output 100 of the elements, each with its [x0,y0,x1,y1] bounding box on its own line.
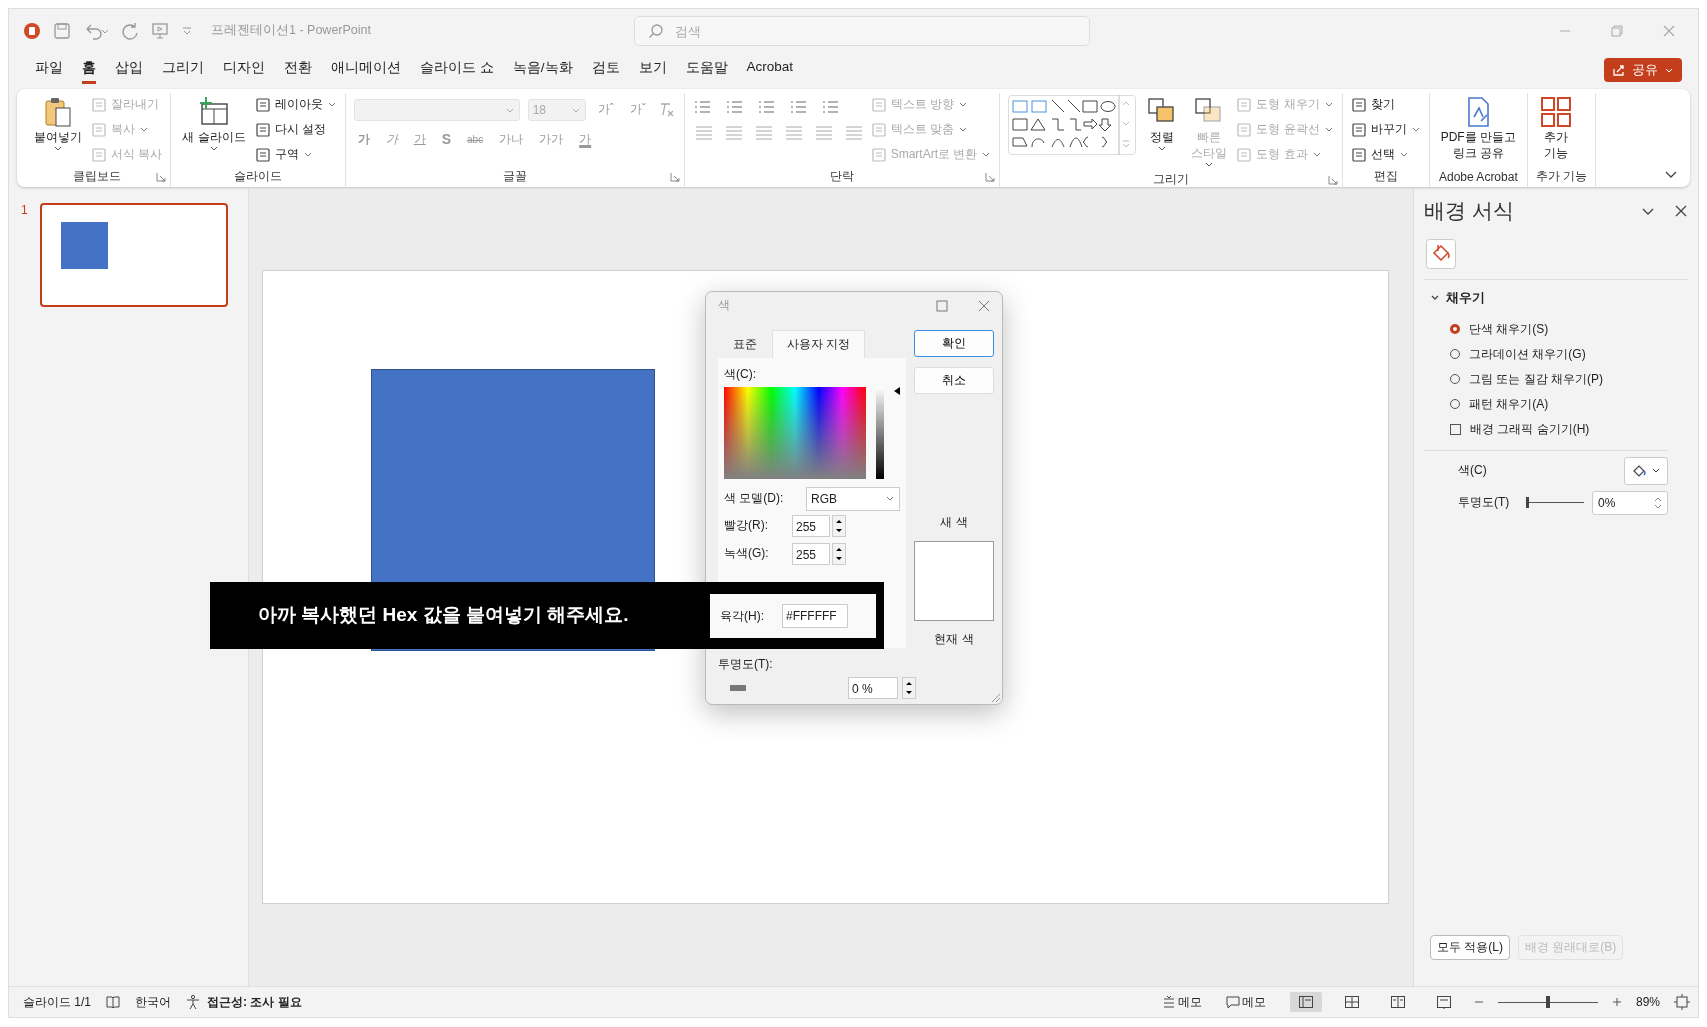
ribbon-button[interactable]: 선택 [1350,144,1421,165]
menu-tab[interactable]: 홈 [82,55,96,85]
spinner-icon[interactable] [902,676,916,699]
menu-tab[interactable]: 녹음/녹화 [512,55,573,85]
ribbon-button[interactable]: 레이아웃 [254,94,337,115]
tool-icon [1350,146,1367,163]
pointer-icon[interactable] [894,386,900,395]
notes-button[interactable]: 메모 [1161,993,1202,1011]
dialog-button[interactable]: 취소 [914,366,994,394]
launcher-icon[interactable] [156,171,167,182]
maximize-icon[interactable] [936,299,948,312]
tool-icon [1350,96,1367,113]
pane-button[interactable]: 모두 적용(L) [1430,935,1510,961]
accessibility-icon[interactable] [185,994,201,1011]
paint-bucket-icon[interactable] [1426,238,1456,269]
slider-thumb[interactable] [730,684,746,691]
ribbon-button[interactable]: 정렬 [1142,92,1183,156]
book-icon[interactable] [105,995,121,1010]
tool-icon [870,96,887,113]
view-button[interactable] [1289,992,1322,1013]
comments-button[interactable]: 메모 [1225,993,1266,1011]
dialog-tab[interactable]: 표준 [718,329,772,358]
save-icon[interactable] [53,21,71,40]
slide-thumbnail[interactable] [39,202,228,307]
ribbon-button[interactable]: 다시 설정 [254,119,337,140]
tool-icon [1350,121,1367,138]
menu-tab[interactable]: 전환 [284,55,312,85]
channel-field[interactable]: 255 [792,542,830,565]
menu-tab[interactable]: 도움말 [685,55,728,85]
search-icon [648,23,664,39]
color-picker-button[interactable] [1624,456,1668,485]
redo-icon[interactable] [121,21,139,40]
menu-tab[interactable]: 애니메이션 [331,55,401,85]
option-label: 패턴 채우기(A) [1469,395,1549,413]
channel-label: 녹색(G): [724,545,770,563]
tool-icon [870,121,887,138]
menu-tab[interactable]: 파일 [35,55,63,85]
tool-icon [91,146,107,163]
group-label: 슬라이드 [234,168,282,186]
presentation-icon[interactable] [151,21,169,40]
menu-tab[interactable]: 슬라이드 쇼 [420,55,494,85]
ribbon-button[interactable]: 바꾸기 [1350,119,1421,140]
shapes-gallery-drawing[interactable] [1008,94,1137,155]
caret-icon [1398,150,1409,159]
dialog-tab[interactable]: 사용자 지정 [772,329,866,358]
dialog-button[interactable]: 확인 [914,329,994,357]
transparency-field[interactable]: 0 % [848,676,898,699]
caret-icon [326,100,337,109]
tool-icon [1236,96,1253,113]
spinner-icon [1654,495,1662,510]
color-model-select[interactable]: RGB [806,486,900,511]
language-label[interactable]: 한국어 [135,993,171,1011]
share-button[interactable]: 공유 [1604,57,1682,82]
transparency-field[interactable]: 0% [1592,490,1668,515]
ribbon-button[interactable]: 추가 기능 [1536,92,1577,164]
spinner-icon[interactable] [832,514,846,537]
radio-button[interactable] [1450,324,1460,335]
checkbox[interactable] [1450,423,1461,435]
ribbon-button[interactable]: 붙여넣기 [31,92,85,156]
channel-field[interactable]: 255 [792,514,830,537]
section-header[interactable]: 채우기 [1424,279,1688,317]
search-field[interactable]: 검색 [634,16,1090,46]
window-title: 프레젠테이션1 - PowerPoint [211,22,371,40]
menu-tab[interactable]: Acrobat [746,55,794,85]
color-spectrum[interactable] [724,386,867,479]
zoom-in-icon[interactable] [1611,997,1622,1008]
ribbon-button[interactable]: 구역 [254,144,337,165]
launcher-icon[interactable] [1327,174,1338,185]
dialog-title: 색 [718,297,731,315]
slider-thumb[interactable] [1526,497,1529,509]
ribbon-button[interactable]: 찾기 [1350,94,1421,115]
ribbon-button[interactable]: PDF를 만들고 링크 공유 [1437,92,1520,164]
option-label: 배경 그래픽 숨기기(H) [1470,420,1590,438]
notes-icon [1161,995,1176,1010]
menu-tab[interactable]: 삽입 [115,55,143,85]
menu-tab[interactable]: 보기 [638,55,667,85]
tool-icon [1236,146,1253,163]
ribbon-button[interactable]: 새 슬라이드 [179,92,249,156]
close-icon[interactable] [978,299,990,312]
menu-tab[interactable]: 그리기 [162,55,204,85]
launcher-icon[interactable] [985,171,996,182]
menu-tab[interactable]: 디자인 [223,55,265,85]
zoom-slider-thumb[interactable] [1545,995,1550,1008]
tool-icon [91,96,107,113]
tool-icon [254,121,271,138]
launcher-icon[interactable] [669,171,680,182]
customize-caret-icon[interactable] [181,24,193,37]
fit-slide-icon[interactable] [1674,994,1690,1011]
accessibility-status[interactable]: 접근성: 조사 필요 [207,993,302,1011]
caret-icon [1323,125,1334,134]
tool-icon [870,146,887,163]
new-color-label: 새 색 [939,513,969,531]
luminance-bar[interactable] [876,386,885,479]
spinner-icon[interactable] [832,542,846,565]
resize-grip-icon[interactable] [992,693,1000,702]
group-label: 단락 [830,168,854,186]
zoom-level[interactable]: 89% [1635,995,1660,1010]
menu-tab[interactable]: 검토 [591,55,620,85]
close-icon[interactable] [1674,203,1688,218]
hex-field[interactable]: #FFFFFF [782,604,848,629]
